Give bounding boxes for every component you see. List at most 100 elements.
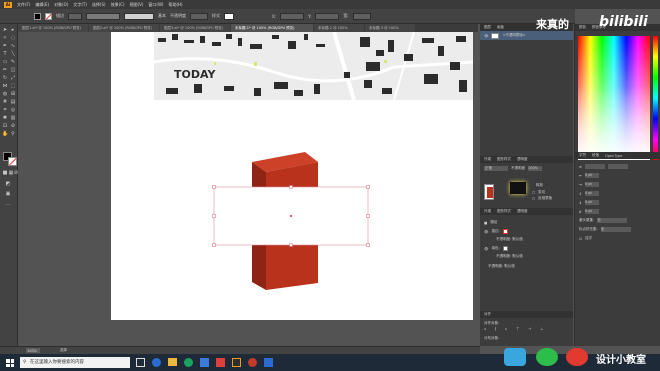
appearance-row-stroke-opacity[interactable]: 不透明度: 默认值	[496, 237, 523, 242]
char-row-5[interactable]: ↨ 0 pt	[579, 200, 599, 205]
handle-tr[interactable]	[366, 185, 370, 189]
hand-tool-icon[interactable]: ✋	[2, 132, 8, 137]
auto-hyphen-row[interactable]: ☑ 连字	[579, 236, 592, 241]
stroke-color-icon[interactable]	[8, 157, 17, 166]
file-explorer-icon[interactable]	[168, 358, 177, 366]
tab-artboards[interactable]: 画板	[497, 25, 504, 30]
char-row-6[interactable]: ⇵ 0 pt	[579, 209, 599, 214]
eye-icon[interactable]: 👁	[484, 34, 488, 38]
symbol-sprayer-icon[interactable]: ✱	[2, 116, 8, 121]
taskbar-search[interactable]: ⚲ 在这里输入你要搜索的内容	[20, 357, 130, 368]
handle-bl[interactable]	[212, 243, 216, 247]
appearance-row-fill-opacity[interactable]: 不透明度: 默认值	[496, 254, 523, 259]
menu-object[interactable]: 对象(O)	[54, 2, 68, 8]
mask-thumbnail[interactable]	[510, 182, 526, 194]
align-bottom-icon[interactable]: ⊥	[540, 327, 543, 331]
slice-tool-icon[interactable]: ⊘	[10, 124, 16, 129]
curvature-icon[interactable]: ∿	[10, 44, 16, 49]
align-top-icon[interactable]: ⊤	[516, 327, 519, 331]
tab-character[interactable]: 字符	[579, 153, 586, 158]
handle-ml[interactable]	[212, 214, 216, 218]
eraser-icon[interactable]: ◫	[10, 68, 16, 73]
char-row-2[interactable]: ⇤ 0 pt	[579, 173, 599, 178]
stroke-swatch[interactable]	[45, 12, 53, 20]
tab-color[interactable]: 颜色	[579, 25, 586, 30]
menu-help[interactable]: 帮助(H)	[168, 2, 182, 8]
selection-tool-icon[interactable]: ➤	[2, 28, 8, 33]
edge-icon[interactable]	[152, 358, 161, 367]
align-left-icon[interactable]: ⫷	[484, 327, 486, 331]
appearance-tab-label[interactable]: 外观	[484, 209, 491, 214]
chrome-icon[interactable]	[184, 358, 193, 367]
appearance-row-fill[interactable]: 👁 填色:	[484, 246, 508, 251]
appearance-row-stroke[interactable]: 👁 描边:	[484, 229, 508, 234]
pencil-icon[interactable]: ✏	[2, 68, 8, 73]
style-swatch[interactable]	[224, 12, 234, 20]
appearance-row-path[interactable]: ■ 路径	[484, 220, 497, 225]
photos-icon[interactable]	[200, 358, 209, 367]
menu-window[interactable]: 窗口(W)	[148, 2, 163, 8]
tab-doc-6[interactable]: 未标题-3 @ 100%	[365, 24, 415, 32]
appearance-row-opacity[interactable]: 不透明度: 默认值	[488, 264, 515, 269]
perspective-icon[interactable]: ⊞	[10, 92, 16, 97]
line-tool-icon[interactable]: ╲	[10, 52, 16, 57]
blend-mode-select[interactable]: 正常	[484, 166, 508, 171]
variable-width-field[interactable]	[86, 12, 120, 20]
more-tools-icon[interactable]: …	[5, 202, 11, 207]
mesh-icon[interactable]: #	[2, 100, 8, 105]
scale-icon[interactable]: ⤢	[10, 76, 16, 81]
blend-icon[interactable]: ◎	[10, 108, 16, 113]
tab-doc-2[interactable]: 图层2.ai* @ 100% (RGB/GPU 预览)	[89, 24, 159, 32]
app-red-icon[interactable]	[216, 358, 225, 367]
punct-select[interactable]: 无	[600, 227, 631, 232]
tab-doc-5[interactable]: 未标题-2 @ 100%	[314, 24, 364, 32]
map-image[interactable]: TODAY	[154, 32, 473, 100]
layer-name[interactable]: <不透明蒙版>	[502, 33, 525, 38]
screen-mode-icon[interactable]: ▣	[5, 192, 11, 197]
handle-tm[interactable]	[289, 185, 293, 189]
fill-swatch[interactable]	[34, 12, 41, 20]
hue-slider[interactable]	[653, 36, 658, 160]
artboard-tool-icon[interactable]: ⊡	[2, 124, 8, 129]
rotate-icon[interactable]: ↻	[2, 76, 8, 81]
w-field[interactable]	[352, 12, 371, 20]
menu-edit[interactable]: 编辑(E)	[35, 2, 49, 8]
word-icon[interactable]	[264, 358, 273, 367]
shape-builder-icon[interactable]: ◍	[2, 92, 8, 97]
align-title[interactable]: 对齐	[484, 312, 491, 317]
handle-mr[interactable]	[366, 214, 370, 218]
stroke-weight-field[interactable]	[68, 12, 82, 20]
hyphen-select[interactable]: 无	[597, 218, 628, 223]
free-transform-icon[interactable]: ⬚	[10, 84, 16, 89]
width-tool-icon[interactable]: ⋈	[2, 84, 8, 89]
graph-tool-icon[interactable]: ▥	[10, 116, 16, 121]
align-right-icon[interactable]: ⫸	[505, 327, 507, 331]
tab-doc-4[interactable]: 未标题-1* @ 100% (RGB/GPU 预览)	[231, 24, 313, 32]
menu-select[interactable]: 选择(S)	[92, 2, 106, 8]
tab-appearance[interactable]: 外观	[484, 157, 491, 162]
x-field[interactable]	[280, 12, 305, 20]
netease-icon[interactable]	[248, 358, 257, 367]
tab-layers[interactable]: 图层	[484, 25, 491, 30]
transparency-tab-label[interactable]: 透明度	[517, 209, 528, 214]
tab-paragraph[interactable]: 段落	[592, 153, 599, 158]
char-row-4[interactable]: ↕ 0 pt	[579, 191, 599, 196]
y-field[interactable]	[315, 12, 340, 20]
graphic-styles-tab-label[interactable]: 图形样式	[497, 209, 511, 214]
object-thumbnail[interactable]	[484, 184, 494, 200]
char-row-1[interactable]: ≡	[579, 164, 628, 169]
release-button[interactable]: 释放	[536, 183, 543, 188]
opacity-field[interactable]	[190, 12, 208, 20]
type-tool-icon[interactable]: T	[2, 52, 8, 57]
menu-effect[interactable]: 效果(C)	[111, 2, 125, 8]
tab-opentype[interactable]: OpenType	[605, 154, 622, 158]
tab-graphic-styles[interactable]: 图形样式	[497, 157, 511, 162]
rectangle-tool-icon[interactable]: ▭	[2, 60, 8, 65]
windows-start-icon[interactable]	[6, 359, 14, 367]
gradient-icon[interactable]: ▤	[10, 100, 16, 105]
align-vcenter-icon[interactable]: ⊣	[528, 327, 531, 331]
handle-bm[interactable]	[289, 243, 293, 247]
clip-checkbox[interactable]: ☐ 剪切	[532, 190, 545, 195]
handle-br[interactable]	[366, 243, 370, 247]
opacity-input[interactable]: 100%	[528, 166, 542, 171]
